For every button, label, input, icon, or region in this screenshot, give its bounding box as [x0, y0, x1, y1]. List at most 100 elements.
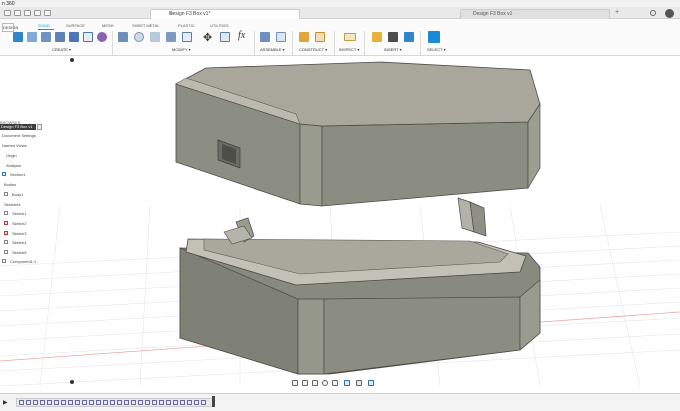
timeline-feature[interactable]	[89, 400, 94, 405]
plane-at-angle-icon[interactable]	[315, 32, 325, 42]
timeline-feature[interactable]	[201, 400, 206, 405]
tree-item-analysis[interactable]: Analysis	[6, 163, 21, 168]
timeline-feature[interactable]	[152, 400, 157, 405]
loft-icon[interactable]	[69, 32, 79, 42]
browser-pin-icon[interactable]	[37, 124, 42, 130]
tree-item-sketch1[interactable]: Sketch1	[12, 211, 26, 216]
timeline-feature[interactable]	[47, 400, 52, 405]
extrude-icon[interactable]	[27, 32, 37, 42]
timeline-feature[interactable]	[68, 400, 73, 405]
insert-derive-icon[interactable]	[372, 32, 382, 42]
tree-item-origin[interactable]: Origin	[6, 153, 17, 158]
tab-mesh[interactable]: MESH	[102, 23, 114, 28]
timeline-feature[interactable]	[194, 400, 199, 405]
measure-icon[interactable]	[344, 33, 356, 41]
canvas-icon[interactable]	[404, 32, 414, 42]
shell-icon[interactable]	[166, 32, 176, 42]
browser-root[interactable]: Design F3 Box v1	[0, 124, 36, 130]
tree-item-sketch2[interactable]: Sketch2	[12, 221, 26, 226]
orbit-icon[interactable]	[292, 380, 298, 386]
select-icon[interactable]	[428, 31, 440, 43]
redo-icon[interactable]	[44, 10, 51, 16]
offset-plane-icon[interactable]	[299, 32, 309, 42]
change-parameters-icon[interactable]: fx	[238, 30, 245, 41]
workspace-switcher[interactable]: DESIGN	[2, 23, 18, 32]
display-settings-icon[interactable]	[344, 380, 350, 386]
tab-surface[interactable]: SURFACE	[66, 23, 85, 28]
sweep-icon[interactable]	[55, 32, 65, 42]
timeline-feature[interactable]	[61, 400, 66, 405]
group-assemble[interactable]: ASSEMBLE ▾	[260, 47, 285, 52]
timeline-feature[interactable]	[166, 400, 171, 405]
chamfer-icon[interactable]	[150, 32, 160, 42]
joint-icon[interactable]	[276, 32, 286, 42]
tree-item-sketch4[interactable]: Sketch4	[12, 240, 26, 245]
timeline-feature[interactable]	[145, 400, 150, 405]
timeline-feature[interactable]	[96, 400, 101, 405]
tree-item-sketch3[interactable]: Sketch3	[12, 231, 26, 236]
undo-icon[interactable]	[34, 10, 41, 16]
create-sketch-icon[interactable]	[13, 32, 23, 42]
pan-icon[interactable]	[302, 380, 308, 386]
group-insert[interactable]: INSERT ▾	[384, 47, 402, 52]
combine-icon[interactable]	[182, 32, 192, 42]
move-copy-icon[interactable]: ✥	[203, 31, 212, 44]
align-icon[interactable]	[220, 32, 230, 42]
grid-icon[interactable]	[356, 380, 362, 386]
group-construct[interactable]: CONSTRUCT ▾	[299, 47, 327, 52]
fillet-icon[interactable]	[134, 32, 144, 42]
rib-icon[interactable]	[83, 32, 93, 42]
timeline-feature[interactable]	[173, 400, 178, 405]
data-panel-icon[interactable]	[4, 10, 11, 16]
comments-dot-icon[interactable]	[70, 58, 74, 62]
timeline-marker[interactable]	[212, 396, 215, 407]
zoom-window-icon[interactable]	[332, 380, 338, 386]
timeline-feature[interactable]	[131, 400, 136, 405]
group-inspect[interactable]: INSPECT ▾	[339, 47, 359, 52]
group-create[interactable]: CREATE ▾	[52, 47, 71, 52]
timeline-feature[interactable]	[26, 400, 31, 405]
comments-dot-icon[interactable]	[70, 380, 74, 384]
tab-utilities[interactable]: UTILITIES	[210, 23, 229, 28]
new-tab-icon[interactable]: +	[615, 9, 619, 16]
zoom-icon[interactable]	[322, 380, 328, 386]
press-pull-icon[interactable]	[118, 32, 128, 42]
timeline-feature[interactable]	[180, 400, 185, 405]
timeline-feature[interactable]	[159, 400, 164, 405]
tree-item-body1[interactable]: Body1	[12, 192, 23, 197]
timeline-feature[interactable]	[75, 400, 80, 405]
form-icon[interactable]	[97, 32, 107, 42]
user-avatar[interactable]	[665, 9, 674, 18]
timeline-feature[interactable]	[138, 400, 143, 405]
play-icon[interactable]: ▶	[3, 399, 8, 406]
tree-item-bodies[interactable]: Bodies	[4, 182, 16, 187]
document-tab-active[interactable]: Design F3 Box v1* ✕	[150, 9, 300, 19]
timeline-track[interactable]	[16, 398, 214, 407]
tree-item-sketch5[interactable]: Sketch5	[12, 250, 26, 255]
timeline-feature[interactable]	[187, 400, 192, 405]
viewports-icon[interactable]	[368, 380, 374, 386]
tree-item-named-views[interactable]: Named Views	[2, 143, 27, 148]
timeline-feature[interactable]	[124, 400, 129, 405]
timeline-feature[interactable]	[103, 400, 108, 405]
timeline-feature[interactable]	[82, 400, 87, 405]
new-component-icon[interactable]	[260, 32, 270, 42]
timeline-feature[interactable]	[40, 400, 45, 405]
tree-item-document-settings[interactable]: Document Settings	[2, 133, 36, 138]
look-at-icon[interactable]	[312, 380, 318, 386]
tree-item-component1[interactable]: Component1:1	[10, 259, 36, 264]
tab-plastic[interactable]: PLASTIC	[178, 23, 195, 28]
tree-item-sketches[interactable]: Sketches	[4, 202, 20, 207]
top-lid-body[interactable]	[174, 61, 541, 207]
group-modify[interactable]: MODIFY ▾	[172, 47, 191, 52]
timeline-feature[interactable]	[110, 400, 115, 405]
viewport-scene[interactable]	[0, 56, 680, 386]
save-icon[interactable]	[24, 10, 31, 16]
document-tab-second[interactable]: Design F3 Box v1	[460, 9, 610, 19]
design-viewport[interactable]: BROWSER Design F3 Box v1 Document Settin…	[0, 56, 680, 386]
revolve-icon[interactable]	[41, 32, 51, 42]
tab-sheet-metal[interactable]: SHEET METAL	[132, 23, 159, 28]
tab-solid[interactable]: SOLID	[38, 23, 50, 28]
timeline-feature[interactable]	[19, 400, 24, 405]
close-tab-icon[interactable]: ✕	[169, 11, 295, 17]
